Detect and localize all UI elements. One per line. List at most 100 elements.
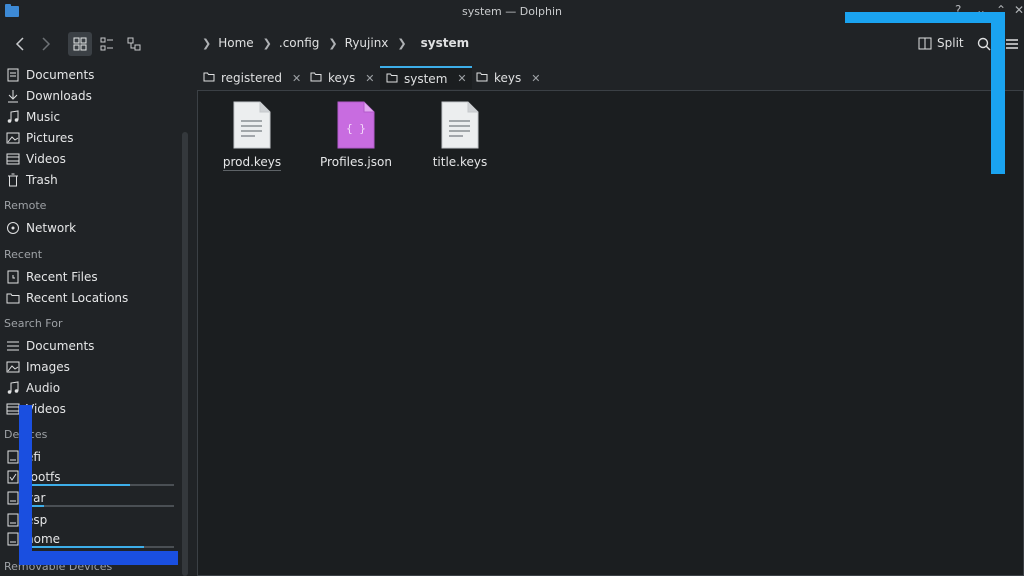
breadcrumb-separator-icon: ❯	[328, 36, 338, 50]
recent-files-icon	[6, 270, 20, 284]
sidebar-item-search-videos[interactable]: Videos	[6, 399, 66, 419]
tab-registered[interactable]: registered ✕	[197, 67, 307, 89]
split-label: Split	[937, 36, 964, 50]
sidebar-item-search-documents[interactable]: Documents	[6, 336, 94, 356]
grid-view-icon	[73, 37, 87, 51]
file-item[interactable]: { } Profiles.json	[311, 101, 401, 169]
images-icon	[6, 360, 20, 374]
sidebar-item-network[interactable]: Network	[6, 218, 76, 238]
sidebar-item-recent-locations[interactable]: Recent Locations	[6, 288, 128, 308]
sidebar-item-recent-files[interactable]: Recent Files	[6, 267, 98, 287]
sidebar-item-label: Audio	[26, 381, 61, 395]
sidebar-item-label: Downloads	[26, 89, 92, 103]
split-view-icon	[918, 37, 932, 49]
breadcrumb-separator-icon: ❯	[397, 36, 407, 50]
tab-keys[interactable]: keys ✕	[304, 67, 382, 89]
compact-view-icon	[100, 37, 113, 51]
drive-icon	[6, 513, 20, 527]
folder-icon	[386, 72, 398, 86]
svg-text:{ }: { }	[346, 122, 366, 135]
sidebar-item-pictures[interactable]: Pictures	[6, 128, 74, 148]
sidebar-item-label: Network	[26, 221, 77, 235]
tab-bar: registered ✕ keys ✕ system ✕ keys ✕	[197, 64, 1024, 90]
chevron-right-icon	[42, 37, 51, 51]
icons-view-button[interactable]	[68, 32, 92, 56]
tab-keys-2[interactable]: keys ✕	[470, 67, 548, 89]
tab-label: registered	[221, 71, 283, 85]
drive-icon	[6, 470, 20, 484]
tab-label: system	[404, 71, 448, 86]
trash-icon	[6, 173, 20, 187]
videos-icon	[6, 152, 20, 166]
annotation-bar-bottom	[19, 551, 178, 565]
sidebar-item-videos[interactable]: Videos	[6, 149, 66, 169]
network-icon	[6, 221, 20, 235]
compact-view-button[interactable]	[95, 32, 119, 56]
back-button[interactable]	[8, 32, 32, 56]
close-tab-icon[interactable]: ✕	[365, 72, 374, 85]
close-tab-icon[interactable]: ✕	[292, 72, 301, 85]
breadcrumb-separator-icon: ❯	[262, 36, 272, 50]
sidebar-scrollbar[interactable]	[182, 132, 188, 576]
sidebar-item-label: Images	[26, 360, 70, 374]
sidebar-item-downloads[interactable]: Downloads	[6, 86, 92, 106]
drive-icon	[6, 491, 20, 505]
videos-icon	[6, 402, 20, 416]
json-file-icon: { }	[337, 101, 375, 149]
details-view-button[interactable]	[122, 32, 146, 56]
sidebar-item-label: Videos	[26, 152, 66, 166]
text-file-icon	[441, 101, 479, 149]
file-view[interactable]: prod.keys { } Profiles.json title.keys	[197, 90, 1024, 576]
rootfs-usage-bar	[26, 484, 174, 486]
sidebar-item-label: Documents	[26, 68, 95, 82]
breadcrumb-current[interactable]: system	[421, 36, 470, 50]
sidebar-item-music[interactable]: Music	[6, 107, 60, 127]
documents-icon	[6, 339, 20, 353]
file-name: prod.keys	[222, 155, 282, 171]
drive-icon	[6, 450, 20, 464]
sidebar-item-trash[interactable]: Trash	[6, 170, 58, 190]
tab-label: keys	[494, 71, 522, 85]
close-tab-icon[interactable]: ✕	[531, 72, 540, 85]
tab-system[interactable]: system ✕	[380, 66, 472, 89]
sidebar-item-search-audio[interactable]: Audio	[6, 378, 60, 398]
file-item[interactable]: title.keys	[415, 101, 505, 169]
home-usage-bar	[26, 546, 174, 548]
sidebar-header-recent: Recent	[4, 248, 43, 261]
download-icon	[6, 89, 20, 103]
sidebar-item-label: Pictures	[26, 131, 74, 145]
close-tab-icon[interactable]: ✕	[457, 72, 466, 85]
usage-fill	[26, 546, 145, 548]
folder-icon	[476, 71, 488, 85]
audio-icon	[6, 381, 20, 395]
annotation-bar-left	[19, 405, 32, 565]
drive-icon	[6, 532, 20, 546]
documents-icon	[6, 68, 20, 82]
close-icon[interactable]: ✕	[1014, 3, 1024, 17]
recent-locations-icon	[6, 291, 20, 305]
sidebar-item-label: Recent Files	[26, 270, 98, 284]
split-button[interactable]: Split	[918, 36, 964, 50]
breadcrumb: ❯ Home ❯ .config ❯ Ryujinx ❯ system	[200, 36, 469, 50]
file-name: title.keys	[432, 155, 488, 169]
annotation-bar-top	[845, 12, 1005, 23]
var-usage-bar	[26, 505, 174, 507]
sidebar-item-search-images[interactable]: Images	[6, 357, 70, 377]
pictures-icon	[6, 131, 20, 145]
tree-view-icon	[127, 37, 141, 51]
folder-icon	[203, 71, 215, 85]
sidebar-item-label: Trash	[26, 173, 58, 187]
search-icon	[977, 37, 991, 51]
file-item[interactable]: prod.keys	[207, 101, 297, 171]
sidebar-item-documents[interactable]: Documents	[6, 65, 94, 85]
sidebar-header-remote: Remote	[4, 199, 47, 212]
sidebar-item-label: Music	[26, 110, 61, 124]
sidebar-item-label: Documents	[26, 339, 95, 353]
sidebar-header-search: Search For	[4, 317, 63, 330]
toolbar: ❯ Home ❯ .config ❯ Ryujinx ❯ system Spli…	[0, 24, 1024, 64]
forward-button[interactable]	[34, 32, 58, 56]
breadcrumb-home[interactable]: Home	[218, 36, 253, 50]
breadcrumb-ryujinx[interactable]: Ryujinx	[345, 36, 389, 50]
breadcrumb-config[interactable]: .config	[279, 36, 320, 50]
folder-icon	[310, 71, 322, 85]
